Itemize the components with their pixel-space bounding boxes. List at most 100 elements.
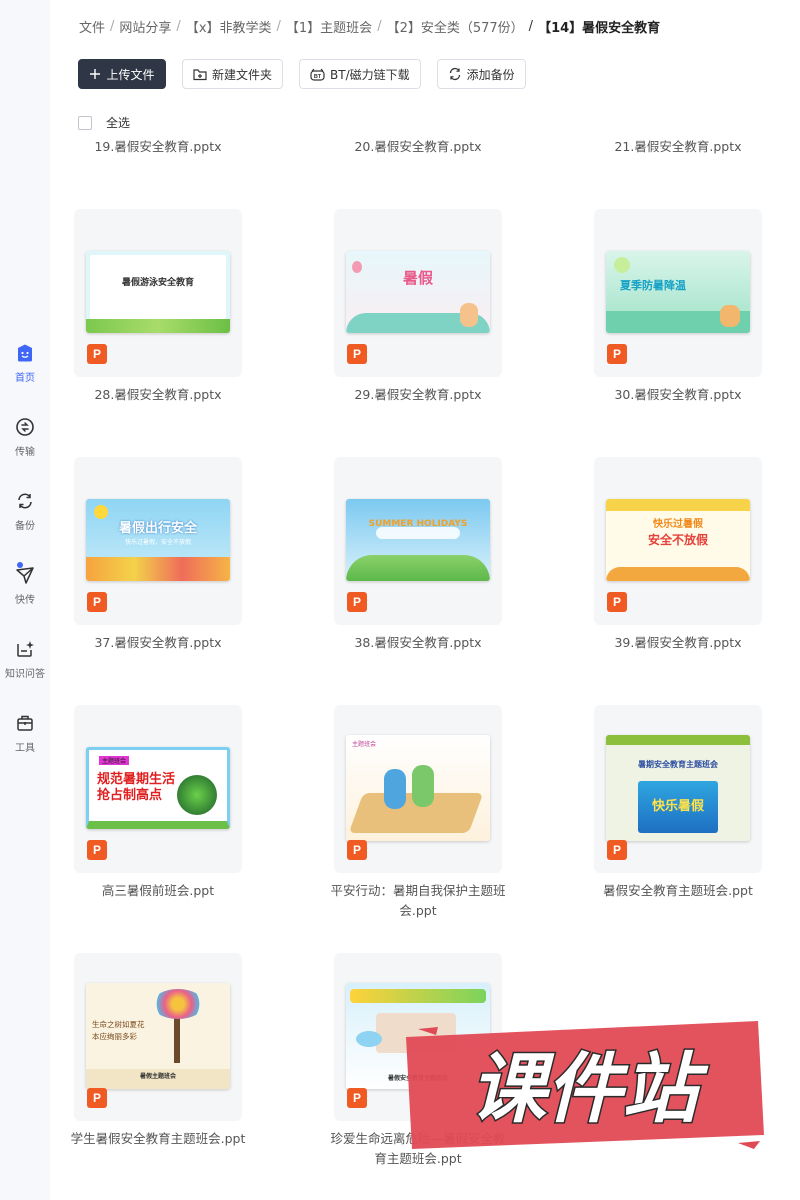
ppt-file-icon: P: [87, 1088, 107, 1108]
file-name[interactable]: 37.暑假安全教育.pptx: [68, 633, 248, 653]
ppt-file-icon: P: [347, 840, 367, 860]
thumbnail-line-2: 本应绚丽多彩: [92, 1032, 137, 1041]
file-thumbnail: 暑假游泳安全教育: [86, 251, 230, 333]
file-card[interactable]: 主题班会 规范暑期生活 抢占制高点 P: [74, 705, 242, 873]
file-thumbnail: 主题班会 规范暑期生活 抢占制高点: [86, 747, 230, 829]
sidebar-item-home[interactable]: 首页: [0, 342, 50, 384]
breadcrumb-item[interactable]: 【x】非教学类: [186, 17, 272, 36]
select-all-label: 全选: [106, 116, 131, 130]
new-folder-button[interactable]: 新建文件夹: [182, 59, 284, 89]
toolbar: 上传文件 新建文件夹 BT BT/磁力链下载 添加备份: [78, 59, 526, 89]
home-icon: [14, 342, 36, 364]
breadcrumb: 文件 / 网站分享 / 【x】非教学类 / 【1】主题班会 / 【2】安全类（577份）…: [79, 17, 661, 36]
file-card[interactable]: 快乐过暑假 安全不放假 P: [594, 457, 762, 625]
sidebar-item-quick-send[interactable]: 快传: [0, 562, 50, 606]
thumbnail-subtitle: 抢占制高点: [97, 788, 163, 803]
file-thumbnail: 暑假: [346, 251, 490, 333]
thumbnail-title: 暑假出行安全: [118, 521, 197, 536]
select-all-checkbox[interactable]: [78, 115, 92, 130]
sidebar-item-label: 工具: [15, 743, 35, 754]
sidebar-item-label: 首页: [15, 373, 35, 384]
bt-download-button-label: BT/磁力链下载: [330, 67, 410, 82]
send-icon: [14, 562, 36, 586]
ppt-file-icon: P: [347, 1088, 367, 1108]
file-card[interactable]: 生命之树如夏花 本应绚丽多彩 暑假主题班会 P: [74, 953, 242, 1121]
thumbnail-tag: 主题班会: [99, 756, 130, 765]
ppt-file-icon: P: [607, 344, 627, 364]
file-card[interactable]: 夏季防暑降温 P: [594, 209, 762, 377]
plus-icon: [90, 69, 101, 79]
thumbnail-footer: 暑假主题班会: [139, 1073, 176, 1080]
file-thumbnail: SUMMER HOLIDAYS: [346, 499, 490, 581]
file-card[interactable]: SUMMER HOLIDAYS P: [334, 457, 502, 625]
file-card[interactable]: 暑期安全教育主题班会 快乐暑假 P: [594, 705, 762, 873]
sidebar: 首页 传输 备份 快传 知识问答 工具: [0, 0, 50, 1200]
file-thumbnail: 夏季防暑降温: [606, 251, 750, 333]
thumbnail-line-1: 生命之树如夏花: [92, 1020, 145, 1029]
add-backup-button[interactable]: 添加备份: [436, 59, 526, 89]
sidebar-item-transfer[interactable]: 传输: [0, 416, 50, 458]
thumbnail-subtitle: 快乐暑假: [651, 799, 704, 814]
file-card[interactable]: 暑假 P: [334, 209, 502, 377]
upload-button[interactable]: 上传文件: [78, 59, 166, 89]
ppt-file-icon: P: [87, 592, 107, 612]
file-name[interactable]: 20.暑假安全教育.pptx: [328, 137, 508, 157]
folder-plus-icon: [193, 68, 207, 80]
file-card[interactable]: 暑假出行安全 快乐过暑假，安全不放假 P: [74, 457, 242, 625]
upload-button-label: 上传文件: [106, 67, 155, 82]
sidebar-item-label: 知识问答: [5, 669, 45, 680]
file-name[interactable]: 学生暑假安全教育主题班会.ppt: [68, 1129, 248, 1149]
ppt-file-icon: P: [87, 344, 107, 364]
thumbnail-title: 暑期安全教育主题班会: [638, 760, 718, 769]
file-name[interactable]: 19.暑假安全教育.pptx: [68, 137, 248, 157]
file-name[interactable]: 38.暑假安全教育.pptx: [328, 633, 508, 653]
breadcrumb-item[interactable]: 文件: [79, 17, 105, 36]
file-name[interactable]: 平安行动：暑期自我保护主题班会.ppt: [328, 881, 508, 921]
file-card[interactable]: 主题班会 P: [334, 705, 502, 873]
breadcrumb-item[interactable]: 【2】安全类（577份）: [387, 17, 524, 36]
watermark-text: 课件站: [470, 1044, 709, 1133]
bt-download-button[interactable]: BT BT/磁力链下载: [299, 59, 421, 89]
add-backup-button-label: 添加备份: [466, 67, 515, 82]
thumbnail-subtitle: 快乐过暑假，安全不放假: [124, 539, 191, 546]
file-name[interactable]: 21.暑假安全教育.pptx: [588, 137, 768, 157]
thumbnail-title: SUMMER HOLIDAYS: [368, 519, 468, 529]
ppt-file-icon: P: [87, 840, 107, 860]
file-name[interactable]: 高三暑假前班会.ppt: [68, 881, 248, 901]
ppt-file-icon: P: [347, 344, 367, 364]
file-thumbnail: 快乐过暑假 安全不放假: [606, 499, 750, 581]
file-thumbnail: 暑期安全教育主题班会 快乐暑假: [606, 735, 750, 841]
sidebar-item-label: 备份: [15, 521, 35, 532]
file-name[interactable]: 暑假安全教育主题班会.ppt: [588, 881, 768, 901]
thumbnail-title: 规范暑期生活: [97, 772, 176, 787]
sidebar-item-qa[interactable]: 知识问答: [0, 638, 50, 680]
file-name[interactable]: 28.暑假安全教育.pptx: [68, 385, 248, 405]
notification-dot: [17, 562, 23, 568]
file-thumbnail: 主题班会: [346, 735, 490, 841]
file-thumbnail: 生命之树如夏花 本应绚丽多彩 暑假主题班会: [86, 983, 230, 1089]
ppt-file-icon: P: [607, 840, 627, 860]
thumbnail-tag: 主题班会: [352, 741, 377, 748]
ppt-file-icon: P: [347, 592, 367, 612]
thumbnail-title: 暑假: [402, 269, 433, 287]
file-card[interactable]: 暑假游泳安全教育 P: [74, 209, 242, 377]
sidebar-item-backup[interactable]: 备份: [0, 490, 50, 532]
sidebar-item-label: 快传: [15, 595, 35, 606]
breadcrumb-item[interactable]: 【1】主题班会: [286, 17, 372, 36]
file-name[interactable]: 39.暑假安全教育.pptx: [588, 633, 768, 653]
bt-icon: BT: [310, 68, 325, 81]
select-all[interactable]: 全选: [78, 114, 130, 131]
transfer-icon: [14, 416, 36, 438]
thumbnail-title: 暑假游泳安全教育: [121, 278, 194, 288]
thumbnail-title: 快乐过暑假: [653, 519, 703, 530]
file-name[interactable]: 30.暑假安全教育.pptx: [588, 385, 768, 405]
file-name[interactable]: 29.暑假安全教育.pptx: [328, 385, 508, 405]
toolbox-icon: [14, 712, 36, 734]
breadcrumb-current: 【14】暑假安全教育: [538, 21, 661, 36]
thumbnail-title: 夏季防暑降温: [620, 279, 686, 292]
thumbnail-subtitle: 安全不放假: [647, 533, 708, 547]
ppt-file-icon: P: [607, 592, 627, 612]
sidebar-item-tools[interactable]: 工具: [0, 712, 50, 754]
file-thumbnail: 暑假出行安全 快乐过暑假，安全不放假: [86, 499, 230, 581]
breadcrumb-item[interactable]: 网站分享: [119, 17, 171, 36]
